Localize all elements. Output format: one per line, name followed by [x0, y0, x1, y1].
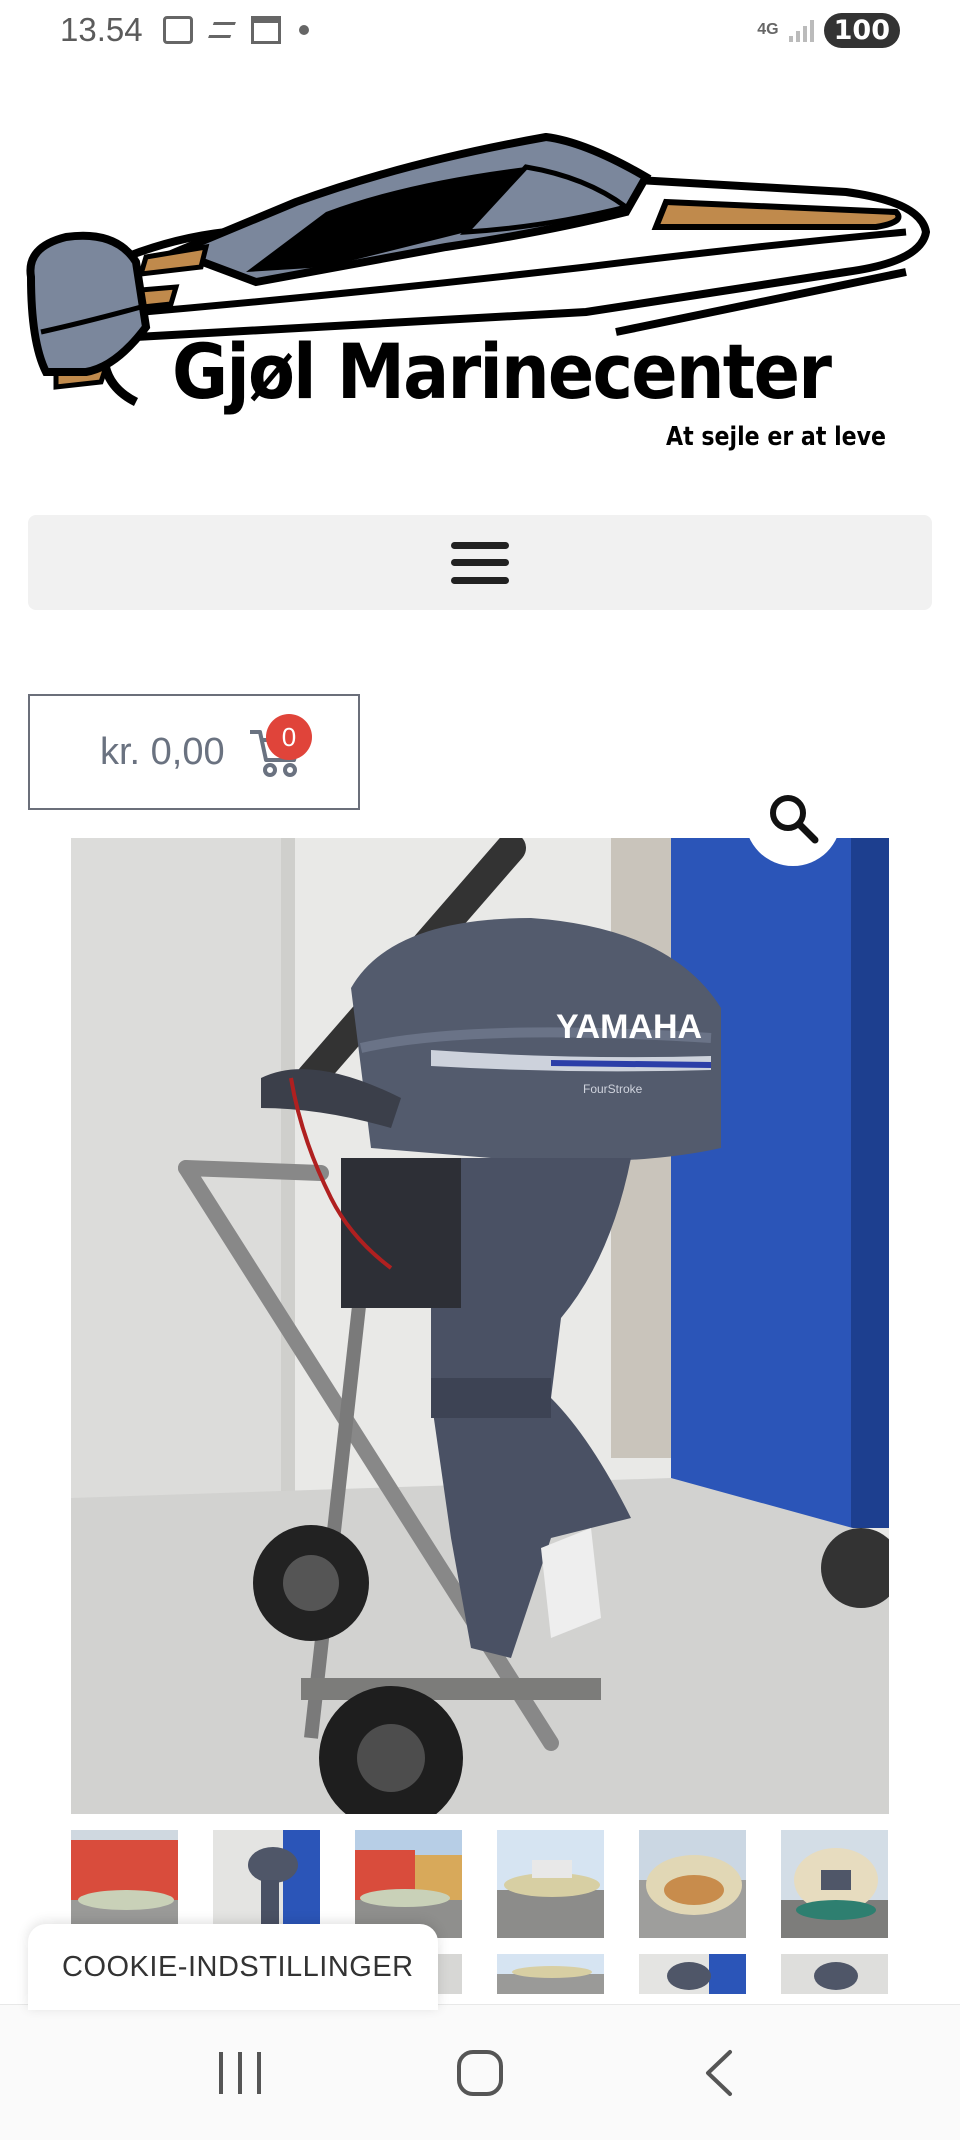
screenshot-icon	[162, 16, 193, 44]
thumbnail-2[interactable]	[213, 1830, 320, 1938]
cart-total: kr. 0,00	[100, 730, 225, 773]
recents-icon[interactable]	[200, 2043, 280, 2103]
thumbnail-10[interactable]	[781, 1954, 888, 1994]
cookie-settings-label: COOKIE-INDSTILLINGER	[62, 1950, 414, 1983]
logo-tagline: At sejle er at leve	[666, 422, 887, 452]
hamburger-icon[interactable]	[451, 541, 509, 584]
cart-button[interactable]: kr. 0,00 0	[28, 694, 360, 810]
search-icon	[770, 795, 819, 844]
cart-count-badge: 0	[266, 714, 312, 760]
thumbnail-6[interactable]	[781, 1830, 888, 1938]
outboard-motor-photo: YAMAHA FourStroke	[71, 838, 889, 1814]
status-bar: 13.54 4G 100	[0, 0, 960, 60]
thumbnail-9[interactable]	[639, 1954, 746, 1994]
thumbnail-5[interactable]	[639, 1830, 746, 1938]
svg-text:FourStroke: FourStroke	[583, 1082, 643, 1096]
product-main-image[interactable]: YAMAHA FourStroke	[71, 838, 889, 1814]
zoom-button[interactable]	[745, 770, 841, 866]
calendar-icon	[250, 16, 281, 44]
network-icon: 4G	[757, 21, 779, 38]
back-icon[interactable]	[680, 2043, 760, 2103]
status-right-icons: 4G 100	[757, 12, 900, 48]
logo-title: Gjøl Marinecenter	[172, 327, 832, 416]
svg-text:YAMAHA: YAMAHA	[556, 1008, 702, 1046]
cookie-settings-button[interactable]: COOKIE-INDSTILLINGER	[28, 1924, 438, 2010]
thumbnail-1[interactable]	[71, 1830, 178, 1938]
status-left-icons	[162, 16, 309, 44]
page: 13.54 4G 100 Gjøl Marinecenter At sejle …	[0, 0, 960, 2140]
thumbnail-3[interactable]	[355, 1830, 462, 1938]
main-menu-bar	[28, 515, 932, 610]
signal-icon	[788, 18, 814, 42]
status-time: 13.54	[60, 11, 143, 48]
home-icon[interactable]	[440, 2043, 520, 2103]
thumbnail-4[interactable]	[497, 1830, 604, 1938]
system-navigation-bar	[0, 2004, 960, 2140]
notes-icon	[207, 22, 236, 38]
thumbnail-8[interactable]	[497, 1954, 604, 1994]
site-logo[interactable]: Gjøl Marinecenter At sejle er at leve	[26, 82, 936, 462]
battery-icon: 100	[823, 12, 900, 48]
dot-icon	[298, 25, 309, 35]
